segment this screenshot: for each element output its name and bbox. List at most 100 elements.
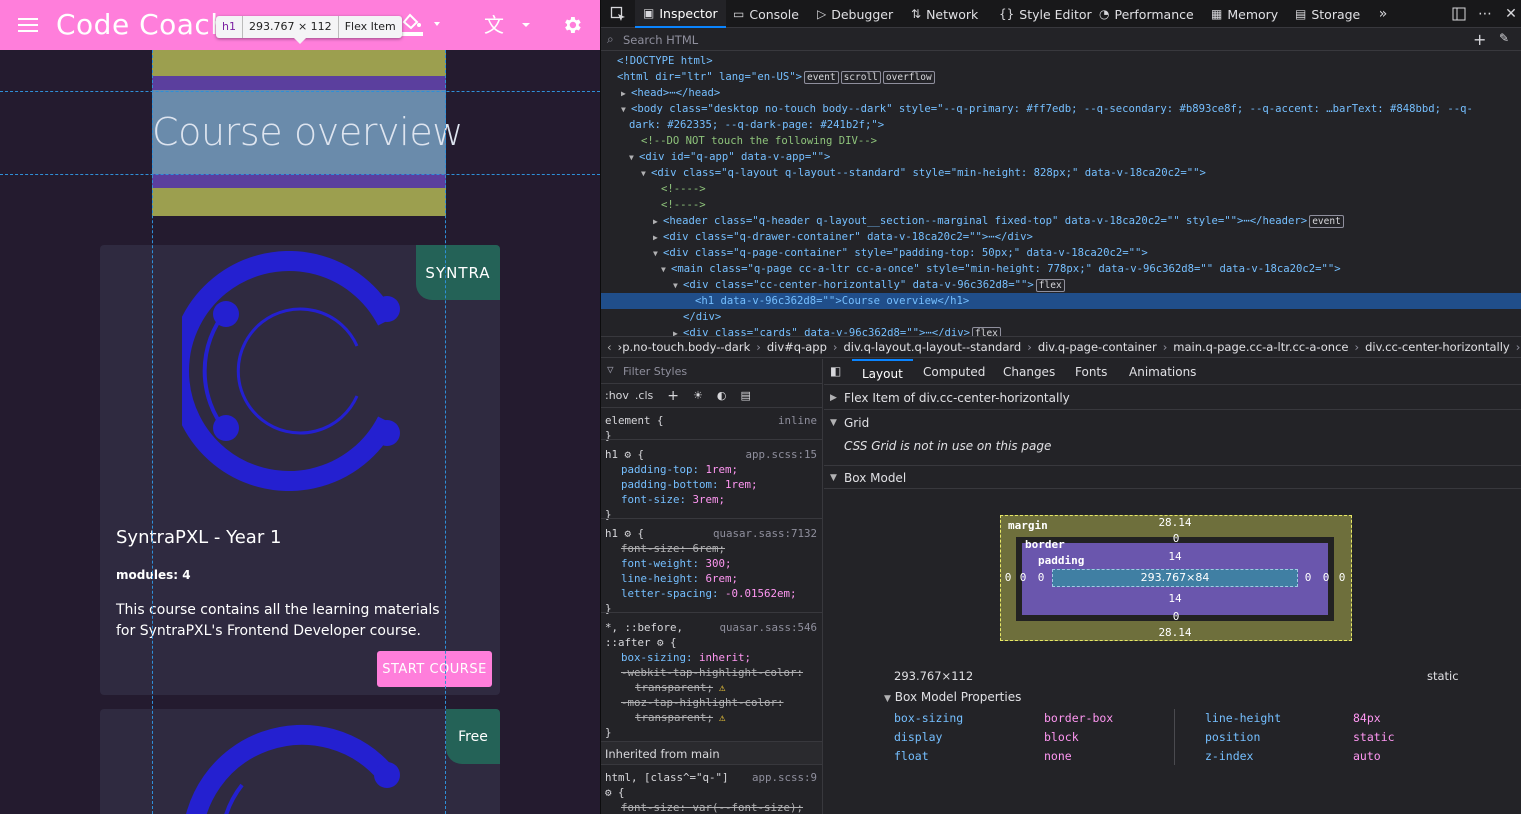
breadcrumb-item[interactable]: div#q-app bbox=[767, 340, 827, 354]
rule-property-overridden[interactable]: -webkit-tap-highlight-color: bbox=[605, 666, 803, 679]
rule-property[interactable]: font-size: var(--font-size); bbox=[605, 801, 803, 814]
rule-property[interactable]: letter-spacing: bbox=[605, 587, 725, 600]
rule-property[interactable]: padding-bottom: bbox=[605, 478, 725, 491]
markup-node[interactable]: ▼ <div class="q-page-container" style="pa… bbox=[601, 245, 1521, 261]
node-toggle-icon[interactable]: ▼ bbox=[661, 262, 671, 277]
filter-styles-input[interactable] bbox=[623, 363, 813, 379]
rule-source-link[interactable]: app.scss:15 bbox=[745, 447, 817, 462]
markup-badge[interactable]: overflow bbox=[882, 71, 935, 84]
rule-value[interactable]: inherit; bbox=[699, 651, 751, 664]
node-toggle-icon[interactable]: ▶ bbox=[673, 326, 683, 336]
padding-bottom-value[interactable]: 14 bbox=[1160, 592, 1190, 605]
tab-animations[interactable]: Animations bbox=[1129, 359, 1196, 385]
markup-node[interactable]: <!----> bbox=[601, 181, 1521, 197]
rule-source-link[interactable]: app.scss:9 bbox=[752, 770, 817, 785]
markup-node[interactable]: dark: #262335; --q-dark-page: #241b2f;"> bbox=[601, 117, 1521, 133]
rule-value-overridden[interactable]: transparent; bbox=[605, 711, 713, 724]
rule-value[interactable]: 6rem; bbox=[706, 572, 739, 585]
margin-right-value[interactable]: 0 bbox=[1337, 571, 1347, 584]
rule-value[interactable]: 1rem; bbox=[706, 463, 739, 476]
tab-changes[interactable]: Changes bbox=[1003, 359, 1055, 385]
grid-section[interactable]: ▼ Grid bbox=[824, 411, 1521, 435]
node-toggle-icon[interactable]: ▶ bbox=[653, 214, 663, 229]
node-toggle-icon[interactable]: ▼ bbox=[673, 278, 683, 293]
markup-badge[interactable]: event bbox=[803, 71, 839, 84]
brand-logo[interactable]: Code Coach bbox=[56, 4, 229, 46]
border-bottom-value[interactable]: 0 bbox=[1168, 610, 1184, 623]
rule-selector[interactable]: h1 ⚙ { bbox=[605, 527, 644, 540]
markup-node[interactable]: </div> bbox=[601, 309, 1521, 325]
light-mode-icon[interactable]: ☀ bbox=[693, 389, 703, 402]
tab-console[interactable]: ▭ Console bbox=[733, 0, 799, 28]
dock-icon[interactable] bbox=[1449, 0, 1469, 28]
breadcrumb-item[interactable]: ›p.no-touch.body--dark bbox=[618, 340, 751, 354]
rule-property[interactable]: line-height: bbox=[605, 572, 706, 585]
markup-badge[interactable]: flex bbox=[1035, 279, 1065, 292]
margin-bottom-value[interactable]: 28.14 bbox=[1150, 626, 1200, 639]
markup-node[interactable]: <!----> bbox=[601, 197, 1521, 213]
node-toggle-icon[interactable]: ▼ bbox=[629, 150, 639, 165]
search-html-input[interactable] bbox=[623, 31, 1463, 49]
markup-badge[interactable]: flex bbox=[972, 327, 1001, 336]
settings-gear-icon[interactable] bbox=[554, 0, 590, 50]
overflow-chevron-icon[interactable]: » bbox=[1373, 0, 1393, 28]
markup-node[interactable]: ▼ <div id="q-app" data-v-app=""> bbox=[601, 149, 1521, 165]
menu-icon[interactable] bbox=[10, 0, 46, 50]
node-toggle-icon[interactable]: ▶ bbox=[621, 86, 631, 101]
flex-item-section[interactable]: ▶ Flex Item of div.cc-center-horizontall… bbox=[824, 386, 1521, 410]
markup-node[interactable]: ▶ <div class="q-drawer-container" data-v-… bbox=[601, 229, 1521, 245]
close-icon[interactable]: ✕ bbox=[1501, 0, 1521, 28]
rule-property[interactable]: box-sizing: bbox=[605, 651, 699, 664]
margin-left-value[interactable]: 0 bbox=[1003, 571, 1013, 584]
padding-left-value[interactable]: 0 bbox=[1036, 571, 1046, 584]
rule-value[interactable]: 1rem; bbox=[725, 478, 758, 491]
rule-property-overridden[interactable]: font-size: 6rem; bbox=[605, 542, 725, 555]
tab-layout[interactable]: Layout bbox=[852, 359, 913, 385]
rule-selector[interactable]: h1 ⚙ { bbox=[605, 448, 644, 461]
rule-value-overridden[interactable]: transparent; bbox=[605, 681, 713, 694]
border-top-value[interactable]: 0 bbox=[1168, 532, 1184, 545]
course-card[interactable]: Free bbox=[100, 709, 500, 814]
tab-inspector[interactable]: ▣ Inspector bbox=[635, 0, 726, 28]
tab-memory[interactable]: ▦ Memory bbox=[1211, 0, 1278, 28]
breadcrumb-scroll-left-icon[interactable]: ‹ bbox=[607, 340, 612, 354]
markup-node-selected[interactable]: <h1 data-v-96c362d8="">Course overview</… bbox=[601, 293, 1521, 309]
more-options-icon[interactable]: ⋯ bbox=[1475, 0, 1495, 28]
tab-performance[interactable]: ◔ Performance bbox=[1099, 0, 1194, 28]
box-content[interactable]: 293.767×84 bbox=[1052, 569, 1298, 587]
tab-computed[interactable]: Computed bbox=[923, 359, 985, 385]
node-toggle-icon[interactable]: ▶ bbox=[653, 230, 663, 245]
markup-node[interactable]: ▶ <head>⋯</head> bbox=[601, 85, 1521, 101]
padding-top-value[interactable]: 14 bbox=[1160, 550, 1190, 563]
rule-value[interactable]: 3rem; bbox=[693, 493, 726, 506]
node-toggle-icon[interactable]: ▼ bbox=[653, 246, 663, 261]
add-rule-icon[interactable]: + bbox=[667, 388, 679, 404]
markup-node[interactable]: <!--DO NOT touch the following DIV--> bbox=[601, 133, 1521, 149]
contrast-icon[interactable]: ◐ bbox=[717, 389, 727, 402]
markup-node[interactable]: ▼ <div class="cc-center-horizontally" dat… bbox=[601, 277, 1521, 293]
rule-source-link[interactable]: quasar.sass:7132 bbox=[713, 526, 817, 541]
warning-icon[interactable]: ⚠ bbox=[719, 711, 726, 724]
course-card[interactable]: SYNTRA SyntraPXL - Year 1 modules: 4 Thi… bbox=[100, 245, 500, 695]
print-media-icon[interactable]: ▤ bbox=[740, 389, 750, 402]
node-toggle-icon[interactable]: ▼ bbox=[641, 166, 651, 181]
markup-node[interactable]: <html dir="ltr" lang="en-US"> event scroll… bbox=[601, 69, 1521, 85]
tab-storage[interactable]: ▤ Storage bbox=[1295, 0, 1360, 28]
markup-node[interactable]: ▼ <main class="q-page cc-a-ltr cc-a-once"… bbox=[601, 261, 1521, 277]
breadcrumb-item[interactable]: div.q-layout.q-layout--standard bbox=[844, 340, 1022, 354]
rule-selector[interactable]: *, ::before, bbox=[605, 621, 683, 634]
warning-icon[interactable]: ⚠ bbox=[719, 681, 726, 694]
rule-property-overridden[interactable]: -moz-tap-highlight-color: bbox=[605, 696, 784, 709]
rule-source-link[interactable]: inline bbox=[778, 413, 817, 428]
hov-toggle[interactable]: :hov bbox=[605, 389, 629, 402]
breadcrumb-item[interactable]: div.q-page-container bbox=[1038, 340, 1157, 354]
tab-network[interactable]: ⇅ Network bbox=[911, 0, 978, 28]
tab-debugger[interactable]: ▷ Debugger bbox=[817, 0, 893, 28]
tab-fonts[interactable]: Fonts bbox=[1075, 359, 1107, 385]
markup-badge[interactable]: scroll bbox=[840, 71, 881, 84]
rule-value[interactable]: 300; bbox=[706, 557, 732, 570]
add-node-icon[interactable]: + bbox=[1473, 30, 1486, 49]
markup-node[interactable]: ▶ <header class="q-header q-layout__secti… bbox=[601, 213, 1521, 229]
margin-top-value[interactable]: 28.14 bbox=[1150, 516, 1200, 529]
markup-node[interactable]: <!DOCTYPE html> bbox=[601, 53, 1521, 69]
